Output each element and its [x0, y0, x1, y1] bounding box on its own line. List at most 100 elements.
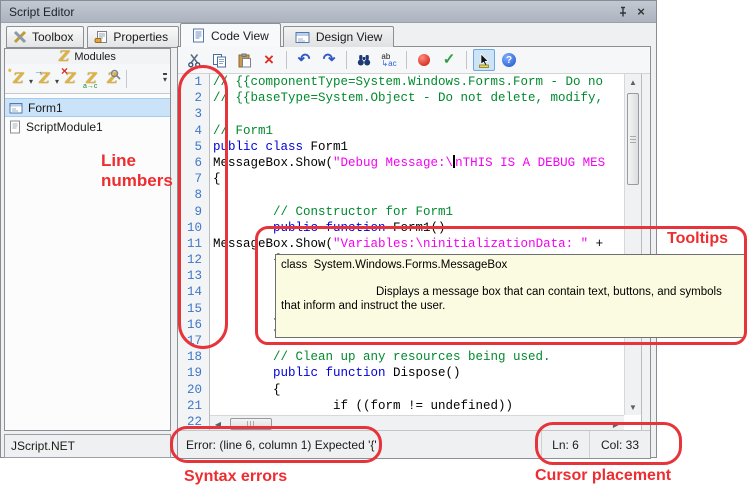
properties-icon	[94, 30, 108, 44]
undo-button[interactable]: ↶	[293, 49, 315, 71]
code-line[interactable]	[210, 333, 213, 349]
code-line[interactable]	[210, 268, 213, 284]
tree-item-form1[interactable]: Form1	[5, 98, 170, 117]
code-line[interactable]: public function Dispose()	[210, 365, 461, 381]
code-line[interactable]: // Clean up any resources being used.	[210, 349, 551, 365]
editor-toolbar: × ↶ ↷ ab↳ac	[178, 47, 650, 74]
tab-code-view[interactable]: Code View	[180, 23, 281, 47]
line-number[interactable]: 5	[178, 139, 210, 155]
line-number[interactable]: 15	[178, 301, 210, 317]
vertical-scrollbar[interactable]: ▲ ▼	[624, 74, 641, 415]
new-module-button[interactable]: Z *	[8, 68, 29, 90]
record-button[interactable]	[413, 49, 435, 71]
line-number[interactable]: 9	[178, 204, 210, 220]
code-line[interactable]: {	[210, 171, 221, 187]
code-row: 7{	[178, 171, 641, 187]
import-module-dropdown[interactable]: ▾	[55, 77, 59, 86]
tab-code-view-label: Code View	[211, 29, 269, 43]
intellisense-tooltip: class System.Windows.Forms.MessageBox Di…	[275, 254, 745, 338]
code-editor[interactable]: 1// {{componentType=System.Windows.Forms…	[178, 74, 642, 432]
cut-button[interactable]	[183, 49, 205, 71]
line-number[interactable]: 7	[178, 171, 210, 187]
find-module-button[interactable]: Z	[102, 68, 123, 90]
code-row: 19 public function Dispose()	[178, 365, 641, 381]
rename-module-button[interactable]: Z a→c	[81, 68, 102, 90]
scroll-up-icon[interactable]: ▲	[625, 74, 641, 90]
line-number[interactable]: 6	[178, 155, 210, 171]
code-line[interactable]: if ((form != undefined))	[210, 398, 513, 414]
code-line[interactable]: public function Form1()	[210, 220, 446, 236]
modules-toolbar: Z * ▾ Z → ▾ Z × Z a→c Z	[5, 64, 170, 94]
import-module-button[interactable]: Z →	[34, 68, 55, 90]
code-line[interactable]: // {{baseType=System.Object - Do not del…	[210, 90, 603, 106]
horizontal-scroll-thumb[interactable]	[230, 418, 272, 430]
line-number[interactable]: 12	[178, 252, 210, 268]
find-button[interactable]	[353, 49, 375, 71]
tab-properties[interactable]: Properties	[87, 26, 179, 48]
scroll-down-icon[interactable]: ▼	[625, 399, 641, 415]
cut-icon	[187, 53, 202, 68]
code-line[interactable]: {	[210, 382, 281, 398]
line-number[interactable]: 14	[178, 284, 210, 300]
code-line[interactable]: // Constructor for Form1	[210, 204, 453, 220]
line-number[interactable]: 18	[178, 349, 210, 365]
tab-design-view[interactable]: Design View	[283, 26, 394, 47]
new-module-dropdown[interactable]: ▾	[29, 77, 33, 86]
line-number[interactable]: 20	[178, 382, 210, 398]
code-row: 10 public function Form1()	[178, 220, 641, 236]
line-number[interactable]: 4	[178, 123, 210, 139]
design-view-icon	[295, 31, 310, 44]
line-number[interactable]: 10	[178, 220, 210, 236]
line-number[interactable]: 1	[178, 74, 210, 90]
code-row: 18 // Clean up any resources being used.	[178, 349, 641, 365]
line-number[interactable]: 2	[178, 90, 210, 106]
code-line[interactable]	[210, 106, 213, 122]
code-line[interactable]: }	[210, 317, 281, 333]
copy-button[interactable]	[208, 49, 230, 71]
redo-icon: ↷	[323, 53, 336, 67]
line-number[interactable]: 22	[178, 414, 210, 430]
code-line[interactable]: // {{componentType=System.Windows.Forms.…	[210, 74, 603, 90]
line-number[interactable]: 16	[178, 317, 210, 333]
vertical-scroll-thumb[interactable]	[627, 93, 639, 185]
toolbar-overflow-button[interactable]: ▾	[163, 73, 167, 84]
code-line[interactable]	[210, 187, 213, 203]
code-line[interactable]: // Form1	[210, 123, 273, 139]
replace-button[interactable]: ab↳ac	[378, 49, 400, 71]
cursor-placement-label: Cursor placement	[535, 467, 671, 485]
line-number[interactable]: 13	[178, 268, 210, 284]
column-status: Col: 33	[590, 431, 650, 458]
code-line[interactable]: MessageBox.Show("Variables:\ninitializat…	[210, 236, 603, 252]
code-row: 5public class Form1	[178, 139, 641, 155]
close-button[interactable]: ×	[632, 4, 650, 20]
code-line[interactable]	[210, 284, 213, 300]
validate-button[interactable]: ✓	[438, 49, 460, 71]
delete-button[interactable]: ×	[258, 49, 280, 71]
syntax-error-status: Error: (line 6, column 1) Expected '{'	[178, 431, 542, 458]
code-line[interactable]: MessageBox.Show("Debug Message:\nTHIS IS…	[210, 155, 605, 171]
line-number[interactable]: 21	[178, 398, 210, 414]
line-number[interactable]: 3	[178, 106, 210, 122]
code-line[interactable]: public class Form1	[210, 139, 348, 155]
validate-icon: ✓	[443, 53, 456, 67]
tooltip-title: class System.Windows.Forms.MessageBox	[281, 258, 739, 272]
tab-toolbox[interactable]: Toolbox	[6, 26, 84, 48]
line-number[interactable]: 8	[178, 187, 210, 203]
line-number[interactable]: 19	[178, 365, 210, 381]
modules-icon: Z	[59, 49, 69, 65]
copy-icon	[212, 53, 227, 68]
line-number[interactable]: 11	[178, 236, 210, 252]
code-line[interactable]: {	[210, 252, 281, 268]
tab-toolbox-label: Toolbox	[32, 30, 73, 44]
code-line[interactable]	[210, 301, 213, 317]
pointer-button[interactable]	[473, 49, 495, 71]
module-tree: Form1 ScriptModule1	[5, 94, 170, 136]
redo-button[interactable]: ↷	[318, 49, 340, 71]
tree-item-scriptmodule1[interactable]: ScriptModule1	[5, 117, 170, 136]
pin-button[interactable]	[614, 4, 632, 20]
help-button[interactable]: ?	[498, 49, 520, 71]
editor-tab-strip: Code View Design View	[180, 23, 394, 47]
paste-button[interactable]	[233, 49, 255, 71]
delete-module-button[interactable]: Z ×	[60, 68, 81, 90]
line-number[interactable]: 17	[178, 333, 210, 349]
